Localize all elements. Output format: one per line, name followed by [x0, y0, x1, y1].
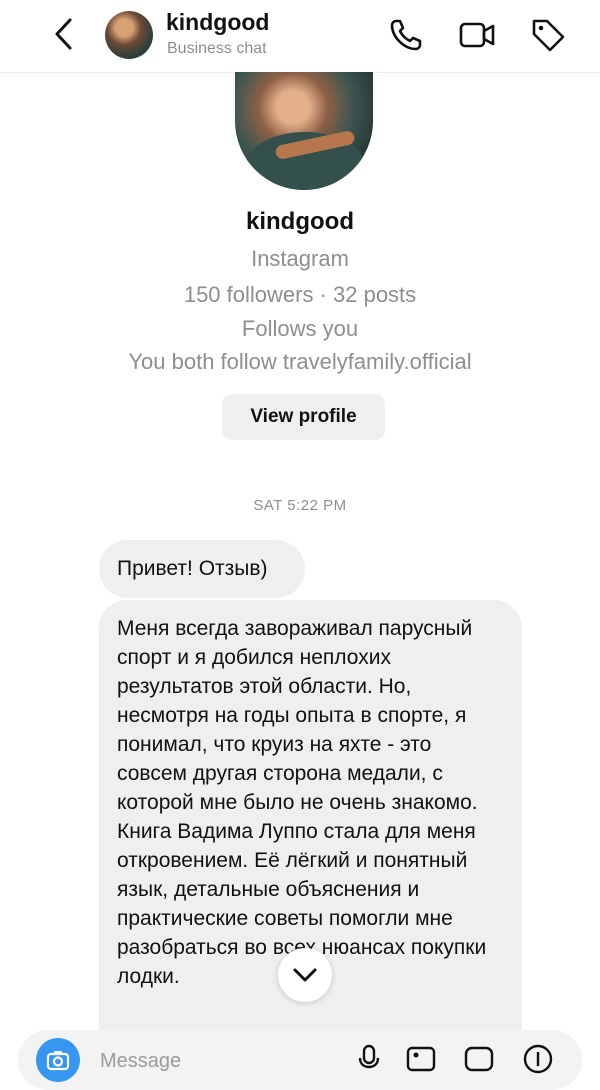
image-icon: [406, 1046, 436, 1072]
camera-button[interactable]: [36, 1038, 80, 1082]
camera-icon: [46, 1051, 70, 1071]
tag-button[interactable]: [528, 15, 568, 55]
profile-follows-you: Follows you: [241, 316, 359, 341]
view-profile-button[interactable]: View profile: [222, 394, 385, 440]
profile-mutual-follow: You both follow travelyfamily.official: [128, 349, 472, 374]
profile-name: kindgood: [246, 208, 354, 235]
chevron-down-icon: [293, 968, 317, 982]
video-camera-icon: [459, 22, 495, 48]
message-timestamp: SAT 5:22 PM: [253, 497, 347, 514]
profile-stats: 150 followers · 32 posts: [183, 282, 417, 307]
sticker-button[interactable]: [462, 1042, 496, 1076]
chat-header: kindgood Business chat: [0, 0, 600, 73]
header-avatar[interactable]: [105, 11, 153, 59]
message-composer: Message: [18, 1030, 582, 1090]
message-text: Меня всегда завораживал парусный спорт и…: [117, 617, 487, 988]
gallery-button[interactable]: [404, 1042, 438, 1076]
video-call-button[interactable]: [457, 15, 497, 55]
call-button[interactable]: [386, 15, 426, 55]
phone-icon: [390, 19, 422, 51]
tag-icon: [532, 19, 565, 52]
more-button[interactable]: [521, 1042, 555, 1076]
back-icon: [55, 18, 72, 50]
header-username[interactable]: kindgood: [166, 9, 269, 36]
microphone-button[interactable]: [352, 1042, 386, 1076]
profile-avatar[interactable]: [235, 72, 373, 190]
back-button[interactable]: [46, 14, 82, 54]
header-subtitle: Business chat: [167, 40, 267, 57]
microphone-icon: [358, 1044, 380, 1069]
sticker-icon: [464, 1046, 494, 1072]
message-bubble[interactable]: Привет! Отзыв): [99, 540, 305, 598]
plus-circle-icon: [523, 1044, 553, 1074]
message-input[interactable]: Message: [100, 1050, 181, 1073]
scroll-to-bottom-button[interactable]: [278, 948, 332, 1002]
profile-platform: Instagram: [251, 246, 349, 271]
message-text: Привет! Отзыв): [117, 557, 268, 580]
